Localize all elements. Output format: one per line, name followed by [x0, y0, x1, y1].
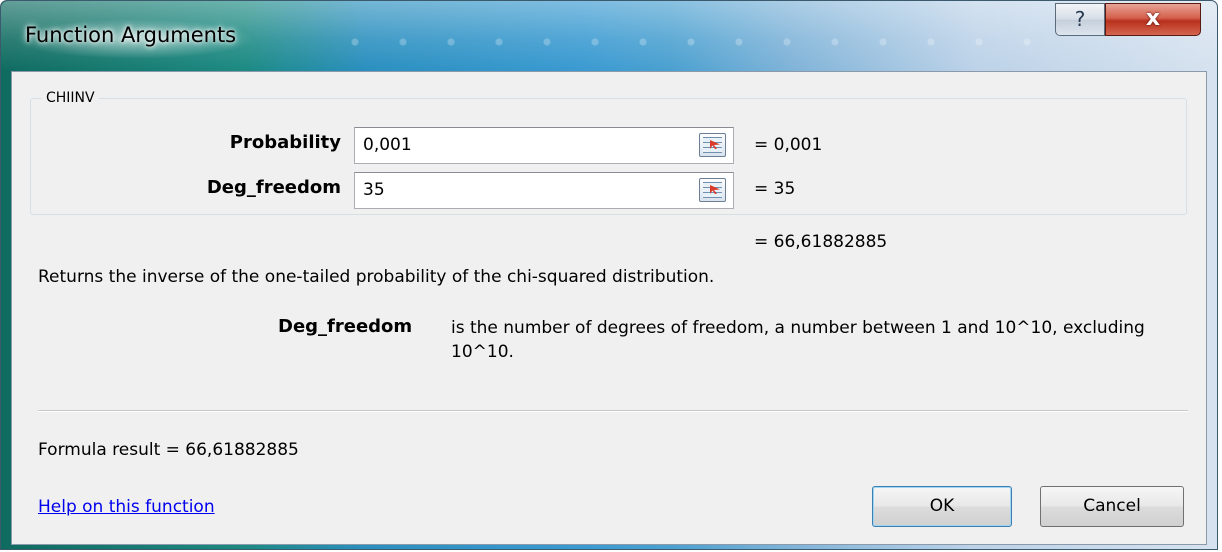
cancel-button[interactable]: Cancel [1040, 486, 1184, 527]
help-on-function-link[interactable]: Help on this function [38, 497, 215, 517]
function-arguments-dialog: Function Arguments ? x CHIINV Probabilit… [0, 0, 1218, 550]
formula-result: Formula result = 66,61882885 [38, 440, 299, 460]
parameter-name: Deg_freedom [278, 316, 413, 337]
deg-freedom-input-text: 35 [363, 180, 385, 200]
range-select-icon[interactable] [699, 178, 726, 202]
deg-freedom-label: Deg_freedom [206, 177, 341, 198]
probability-input[interactable]: 0,001 [354, 127, 734, 164]
function-result-value: = 66,61882885 [754, 232, 888, 252]
ok-button[interactable]: OK [872, 486, 1012, 527]
probability-value: = 0,001 [754, 135, 823, 155]
deg-freedom-value: = 35 [754, 179, 796, 199]
parameter-description: is the number of degrees of freedom, a n… [451, 318, 1145, 362]
probability-label: Probability [229, 132, 341, 153]
probability-input-text: 0,001 [363, 135, 412, 155]
close-button[interactable]: x [1105, 3, 1201, 36]
window-title: Function Arguments [25, 23, 237, 47]
deg-freedom-input[interactable]: 35 [354, 172, 734, 209]
range-select-icon[interactable] [699, 133, 726, 157]
function-description: Returns the inverse of the one-tailed pr… [38, 267, 715, 287]
function-name: CHIINV [42, 90, 99, 106]
titlebar-texture [331, 37, 1057, 47]
dialog-body: CHIINV Probability 0,001 = 0,001 Deg_fre… [11, 71, 1207, 545]
question-mark-icon: ? [1074, 7, 1086, 31]
close-icon: x [1145, 6, 1161, 31]
title-bar[interactable]: Function Arguments ? x [1, 1, 1217, 71]
separator [38, 410, 1188, 412]
help-button[interactable]: ? [1055, 3, 1105, 36]
